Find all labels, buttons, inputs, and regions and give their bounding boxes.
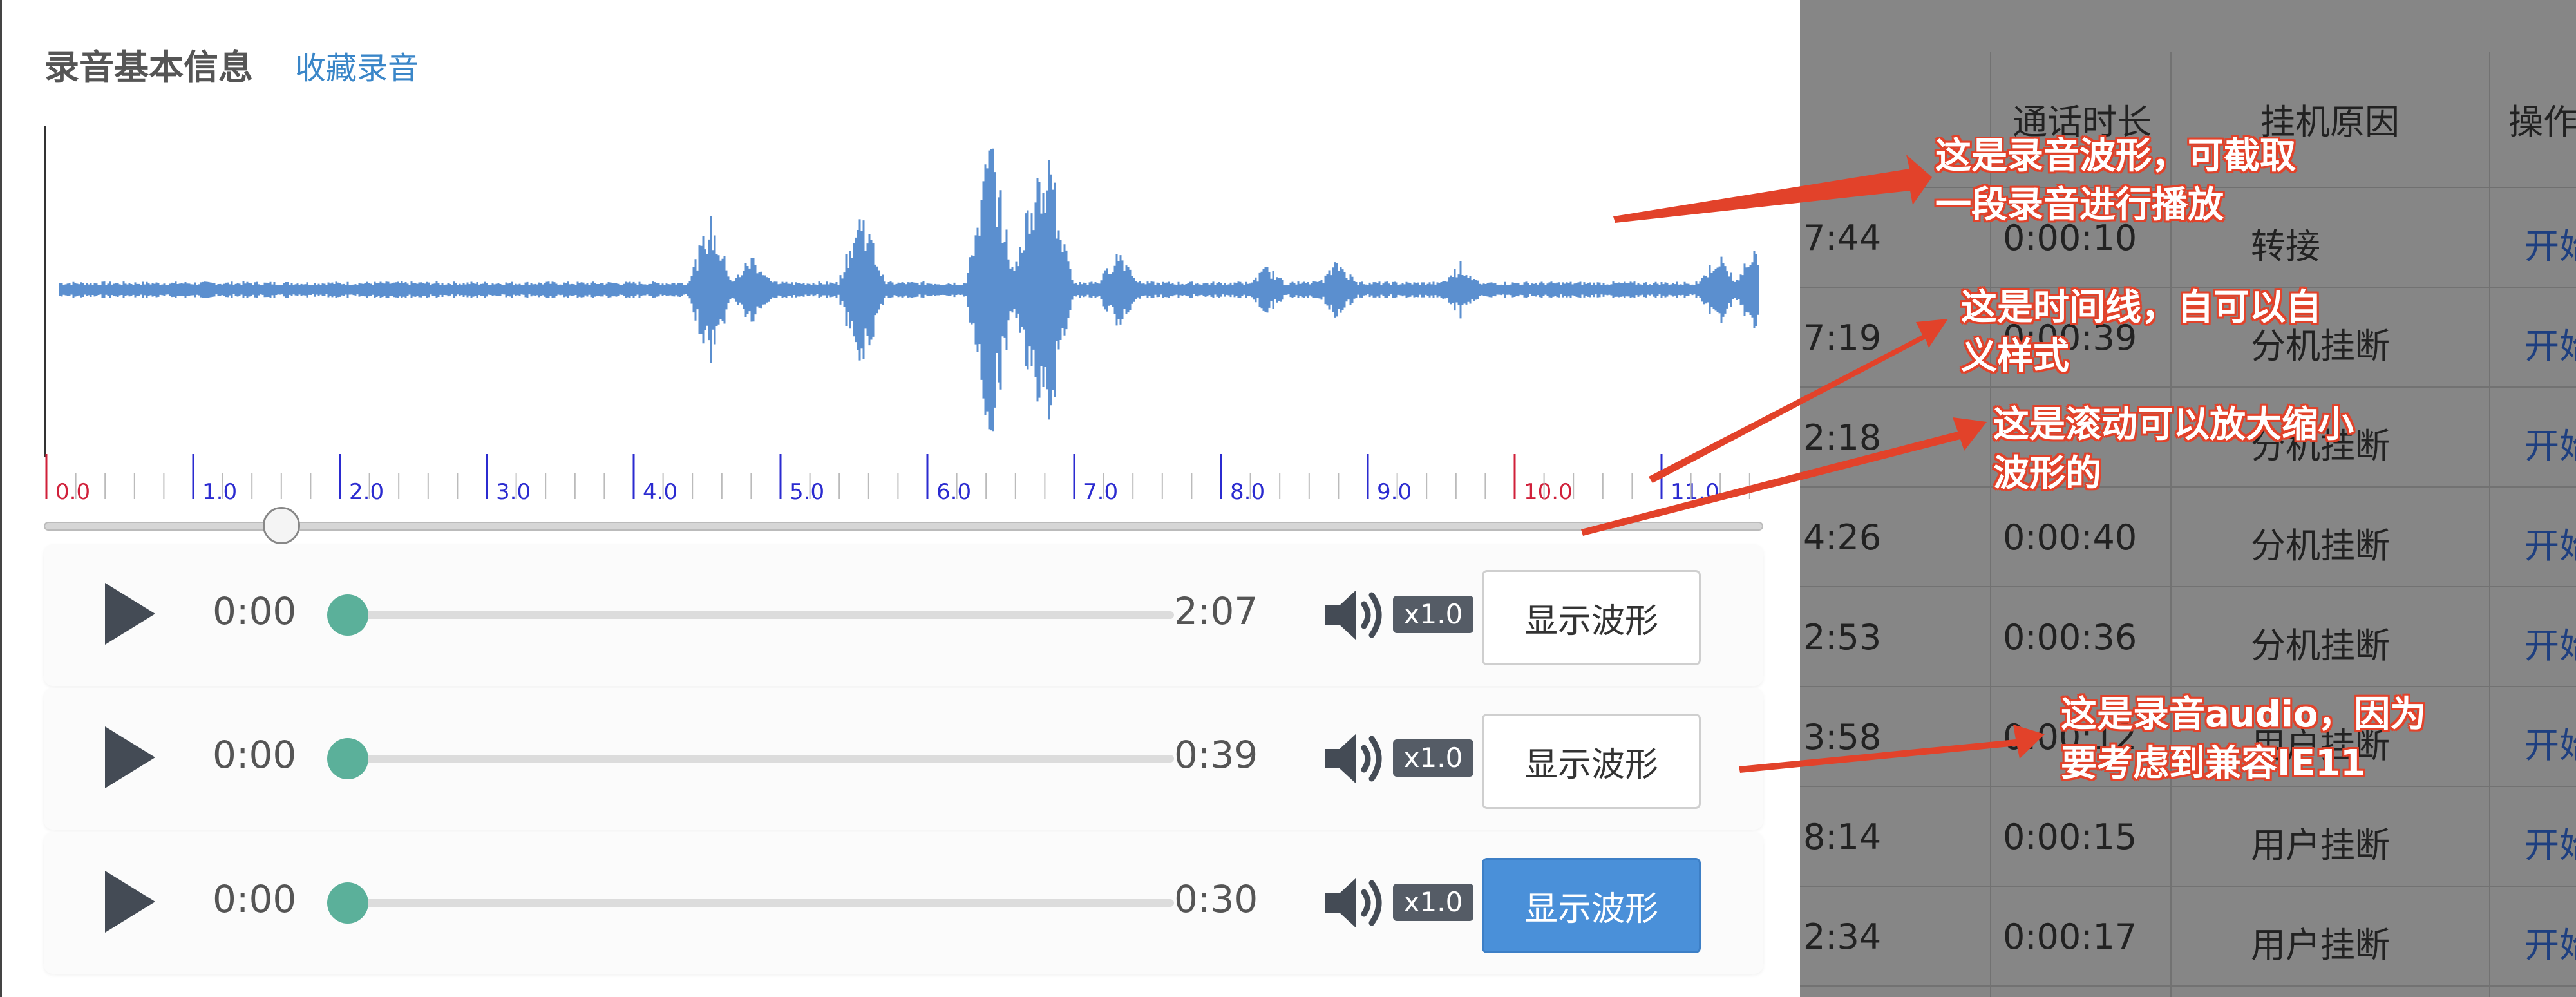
note-zoom-line2: 波形的 xyxy=(1993,453,2101,495)
cell-time: 7:44 xyxy=(1803,218,1882,258)
audio-player: 0:00 2:07 x1.0 显示波形 xyxy=(44,544,1763,686)
note-waveform: 这是录音波形，可截取 一段录音进行播放 xyxy=(1935,132,2296,230)
cell-operation-link[interactable]: 开始 xyxy=(2524,318,2576,368)
progress-handle[interactable] xyxy=(327,882,368,924)
cell-duration: 0:00:36 xyxy=(2003,617,2137,658)
note-timeline-line2: 义样式 xyxy=(1961,336,2069,377)
volume-icon[interactable] xyxy=(1319,580,1390,650)
cell-time: 3:58 xyxy=(1803,717,1882,757)
show-waveform-button[interactable]: 显示波形 xyxy=(1482,570,1701,665)
cell-hangup-reason: 分机挂断 xyxy=(2251,526,2390,566)
zoom-slider-handle[interactable] xyxy=(263,507,300,544)
note-audio-line1: 这是录音audio，因为 xyxy=(2061,694,2427,736)
table-row: 2:34 0:00:17 用户挂断 开始 xyxy=(1800,886,2576,987)
table-row: 8:14 0:00:15 用户挂断 开始 xyxy=(1800,786,2576,887)
cell-time: 4:26 xyxy=(1803,517,1882,558)
timeline-label: 2.0 xyxy=(349,479,384,505)
cell-time: 7:19 xyxy=(1803,318,1882,358)
playback-speed[interactable]: x1.0 xyxy=(1393,739,1473,777)
progress-handle[interactable] xyxy=(327,594,368,636)
note-timeline: 这是时间线，自可以自 义样式 xyxy=(1961,283,2322,381)
waveform-path xyxy=(59,148,1759,432)
page-title: 录音基本信息 xyxy=(44,47,253,88)
cell-operation-link[interactable]: 开始 xyxy=(2524,517,2576,568)
cell-time: 2:34 xyxy=(1803,916,1882,957)
timeline-label: 11.0 xyxy=(1671,479,1719,505)
waveform[interactable]: 0.0 1.0 2.0 3.0 4.0 5.0 6.0 7.0 8.0 9.0 10.0 11.0 xyxy=(44,122,1763,509)
cell-time: 2:18 xyxy=(1803,417,1882,458)
show-waveform-button[interactable]: 显示波形 xyxy=(1482,858,1701,953)
timeline-label: 4.0 xyxy=(643,479,677,505)
note-timeline-line1: 这是时间线，自可以自 xyxy=(1961,287,2322,328)
duration: 0:39 xyxy=(1174,733,1258,777)
zoom-slider-track[interactable] xyxy=(44,522,1763,531)
timeline-label: 3.0 xyxy=(496,479,531,505)
note-audio-line2: 要考虑到兼容IE11 xyxy=(2061,743,2366,784)
audio-player: 0:00 0:39 x1.0 显示波形 xyxy=(44,688,1763,830)
timeline-label: 0.0 xyxy=(55,479,90,505)
header-operation: 操作 xyxy=(2508,102,2576,142)
current-time: 0:00 xyxy=(213,877,297,921)
cell-time: 2:53 xyxy=(1803,617,1882,658)
timeline-label: 1.0 xyxy=(202,479,237,505)
cell-operation-link[interactable]: 开始 xyxy=(2524,817,2576,868)
note-waveform-line1: 这是录音波形，可截取 xyxy=(1935,135,2296,177)
cell-hangup-reason: 分机挂断 xyxy=(2251,625,2390,666)
current-time: 0:00 xyxy=(213,733,297,777)
timeline-label: 7.0 xyxy=(1083,479,1118,505)
duration: 2:07 xyxy=(1174,589,1258,633)
audio-player: 0:00 0:30 x1.0 显示波形 xyxy=(44,832,1763,974)
table-row: 4:26 0:00:40 分机挂断 开始 xyxy=(1800,486,2576,587)
timeline-label: 9.0 xyxy=(1377,479,1412,505)
play-button[interactable] xyxy=(105,871,155,933)
play-button[interactable] xyxy=(105,726,155,788)
favorite-recording-link[interactable]: 收藏录音 xyxy=(295,43,419,88)
playback-speed[interactable]: x1.0 xyxy=(1393,596,1473,633)
progress-bar[interactable] xyxy=(327,738,1174,779)
note-zoom: 这是滚动可以放大缩小 波形的 xyxy=(1993,401,2354,498)
volume-icon[interactable] xyxy=(1319,723,1390,794)
duration: 0:30 xyxy=(1174,877,1258,921)
note-audio: 这是录音audio，因为 要考虑到兼容IE11 xyxy=(2061,690,2426,788)
cell-operation-link[interactable]: 开始 xyxy=(2524,417,2576,468)
cell-operation-link[interactable]: 开始 xyxy=(2524,717,2576,768)
cell-duration: 0:00:17 xyxy=(2003,916,2137,957)
show-waveform-button[interactable]: 显示波形 xyxy=(1482,714,1701,809)
play-button[interactable] xyxy=(105,583,155,645)
timeline-label: 10.0 xyxy=(1524,479,1573,505)
note-zoom-line1: 这是滚动可以放大缩小 xyxy=(1993,404,2354,446)
cell-operation-link[interactable]: 开始 xyxy=(2524,916,2576,967)
cell-hangup-reason: 用户挂断 xyxy=(2251,825,2390,866)
cell-duration: 0:00:40 xyxy=(2003,517,2137,558)
note-waveform-line2: 一段录音进行播放 xyxy=(1935,184,2224,226)
playback-speed[interactable]: x1.0 xyxy=(1393,884,1473,921)
timeline-label: 6.0 xyxy=(936,479,971,505)
current-time: 0:00 xyxy=(213,589,297,633)
cell-time: 8:14 xyxy=(1803,817,1882,857)
cell-operation-link[interactable]: 开始 xyxy=(2524,617,2576,668)
volume-icon[interactable] xyxy=(1319,868,1390,938)
progress-bar[interactable] xyxy=(327,594,1174,636)
cell-duration: 0:00:15 xyxy=(2003,817,2137,857)
waveform-canvas[interactable]: 0.0 1.0 2.0 3.0 4.0 5.0 6.0 7.0 8.0 9.0 10.0 11.0 xyxy=(44,122,1763,509)
cell-operation-link[interactable]: 开始 xyxy=(2524,218,2576,269)
timeline-label: 8.0 xyxy=(1230,479,1265,505)
timeline-label: 5.0 xyxy=(790,479,824,505)
progress-handle[interactable] xyxy=(327,738,368,779)
table-row: 2:53 0:00:36 分机挂断 开始 xyxy=(1800,586,2576,687)
recording-dialog: 录音基本信息 收藏录音 0.0 1.0 2.0 3.0 4.0 5.0 6.0 7.0 8.0 9… xyxy=(0,0,1800,997)
cell-hangup-reason: 用户挂断 xyxy=(2251,925,2390,965)
progress-bar[interactable] xyxy=(327,882,1174,924)
